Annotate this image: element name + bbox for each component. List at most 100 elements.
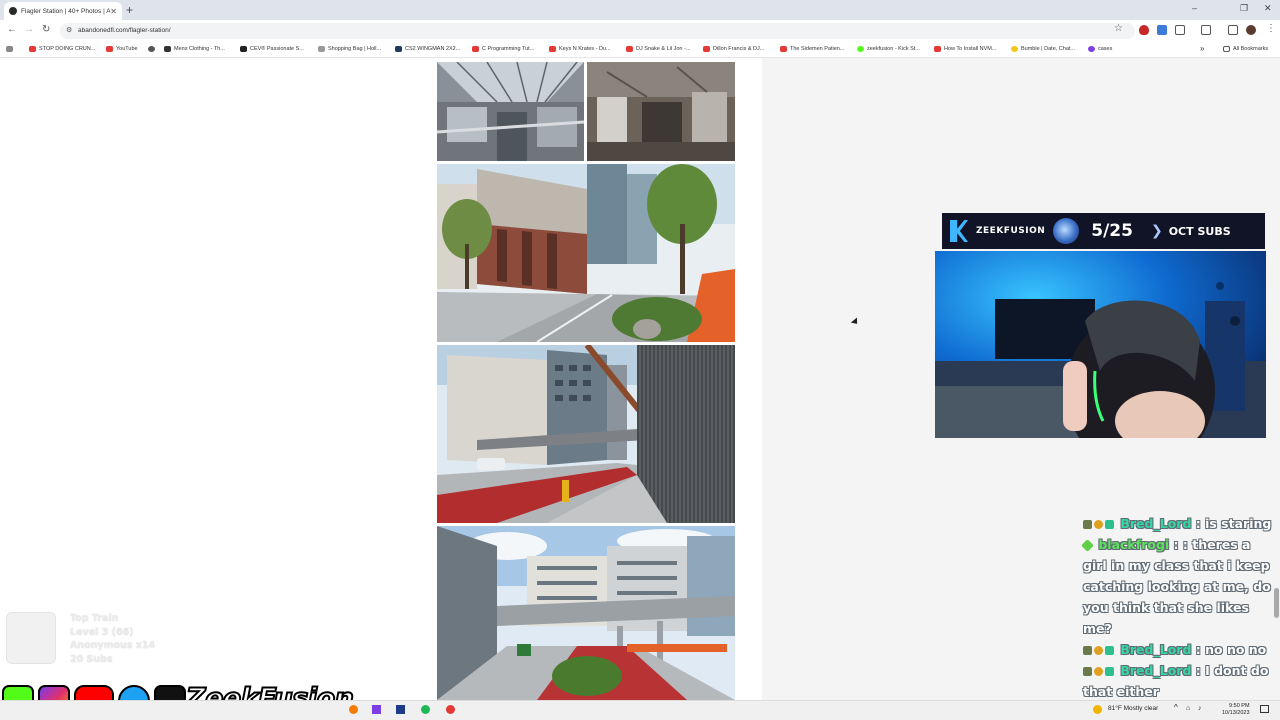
chat-message: Bred_Lord : no no no bbox=[1083, 639, 1273, 660]
chat-text: is staring bbox=[1205, 516, 1272, 531]
minimize-icon[interactable]: – bbox=[1192, 3, 1197, 13]
bumble-icon bbox=[1011, 46, 1018, 52]
all-bookmarks-button[interactable]: All Bookmarks bbox=[1223, 46, 1268, 52]
shield-extension-icon[interactable] bbox=[1139, 25, 1149, 35]
network-icon[interactable]: ⌂ bbox=[1186, 705, 1190, 712]
hype-train-title: Top Train bbox=[70, 613, 119, 624]
bookmark-item[interactable]: Shopping Bag | Holl... bbox=[318, 46, 381, 52]
bookmark-item[interactable]: CS2 WINGMAN 2X2... bbox=[395, 46, 460, 52]
gallery-photo[interactable] bbox=[437, 526, 735, 700]
spotify-icon[interactable] bbox=[421, 705, 430, 714]
menu-icon[interactable]: ⋮ bbox=[1266, 23, 1276, 34]
gallery-photo[interactable] bbox=[437, 164, 735, 342]
apps-grid-icon[interactable] bbox=[6, 46, 16, 52]
bookmark-item[interactable]: Keys N Krates - Du... bbox=[549, 46, 611, 52]
bookmarks-overflow-icon[interactable]: » bbox=[1200, 44, 1204, 53]
train-icon bbox=[6, 612, 56, 664]
chat-username: Bred_Lord bbox=[1120, 663, 1192, 678]
profile-avatar[interactable] bbox=[1246, 25, 1256, 35]
bookmark-item[interactable]: zeekfusion - Kick St... bbox=[857, 46, 920, 52]
bookmark-item[interactable]: STOP DOING CRUN... bbox=[29, 46, 95, 52]
bookmark-item[interactable]: Dillon Francis & DJ... bbox=[703, 46, 764, 52]
volume-icon[interactable]: ♪ bbox=[1198, 705, 1202, 712]
coin-badge-icon bbox=[1094, 520, 1103, 529]
address-bar[interactable]: ⚙ abandonedfl.com/flagler-station/ bbox=[60, 23, 1135, 39]
bookmark-item[interactable]: cases bbox=[1088, 46, 1112, 52]
sub-goal-bar: ZEEKFUSION 5/25 ❯ OCT SUBS bbox=[942, 213, 1265, 249]
restore-icon[interactable]: ❐ bbox=[1240, 3, 1248, 14]
gallery-photo[interactable] bbox=[437, 345, 735, 523]
site-info-icon[interactable]: ⚙ bbox=[66, 23, 72, 39]
page-scrollbar[interactable] bbox=[1272, 58, 1280, 700]
chevron-right-icon: ❯ bbox=[1150, 223, 1163, 239]
side-panel-icon[interactable] bbox=[1201, 25, 1211, 35]
gallery-photo[interactable] bbox=[437, 62, 584, 161]
chat-separator: : bbox=[1169, 537, 1183, 552]
sub-goal-brand: ZEEKFUSION bbox=[976, 226, 1046, 236]
chat-overlay: Bred_Lord : is staring blackfrogi : : th… bbox=[1081, 513, 1273, 702]
sub-goal-label: OCT SUBS bbox=[1168, 224, 1231, 238]
youtube-icon bbox=[472, 46, 479, 52]
tab-flagler-station[interactable]: Flagler Station | 40+ Photos | A ✕ bbox=[4, 2, 122, 20]
youtube-icon bbox=[106, 46, 113, 52]
bookmark-item[interactable]: YouTube bbox=[106, 46, 138, 52]
sub-badge-icon bbox=[1083, 667, 1092, 676]
bookmark-item[interactable]: The Sidemen Patien... bbox=[780, 46, 844, 52]
chat-message: blackfrogi : : theres a girl in my class… bbox=[1081, 534, 1273, 639]
youtube-icon bbox=[780, 46, 787, 52]
close-tab-icon[interactable]: ✕ bbox=[110, 7, 117, 16]
clock[interactable]: 9:50 PM 10/13/2023 bbox=[1222, 703, 1250, 717]
clock-date: 10/13/2023 bbox=[1222, 710, 1250, 716]
chat-username: Bred_Lord bbox=[1120, 516, 1192, 531]
chat-username: blackfrogi bbox=[1098, 537, 1170, 552]
chrome-icon[interactable] bbox=[446, 705, 455, 714]
weather-text[interactable]: 81°F Mostly clear bbox=[1108, 705, 1158, 712]
site-icon bbox=[395, 46, 402, 52]
youtube-icon bbox=[703, 46, 710, 52]
browser-toolbar: ← → ↻ ⚙ abandonedfl.com/flagler-station/… bbox=[0, 20, 1280, 42]
site-icon bbox=[240, 46, 247, 52]
new-tab-button[interactable]: + bbox=[126, 2, 133, 18]
close-window-icon[interactable]: ✕ bbox=[1264, 3, 1272, 14]
forward-icon[interactable]: → bbox=[24, 24, 34, 35]
chat-separator: : bbox=[1191, 642, 1206, 657]
bookmark-star-icon[interactable]: ☆ bbox=[1114, 23, 1123, 34]
chat-message: Bred_Lord : is staring bbox=[1083, 513, 1273, 534]
bookmark-item[interactable]: How To Install NVM... bbox=[934, 46, 996, 52]
brave-icon[interactable] bbox=[349, 705, 358, 714]
extension-icon[interactable] bbox=[1157, 25, 1167, 35]
hype-train-subs: 20 Subs bbox=[70, 653, 113, 665]
tab-title: Flagler Station | 40+ Photos | A bbox=[21, 7, 111, 15]
weather-icon bbox=[1093, 705, 1102, 714]
app-icon[interactable] bbox=[372, 705, 381, 714]
kick-logo-icon bbox=[950, 220, 968, 242]
reload-icon[interactable]: ↻ bbox=[42, 24, 50, 35]
notifications-icon[interactable] bbox=[1260, 705, 1269, 713]
youtube-icon bbox=[626, 46, 633, 52]
back-icon[interactable]: ← bbox=[7, 24, 17, 35]
puzzle-icon[interactable] bbox=[1175, 25, 1185, 35]
tray-chevron-icon[interactable]: ^ bbox=[1174, 703, 1178, 712]
folder-icon bbox=[1223, 46, 1230, 52]
bookmark-item[interactable] bbox=[148, 46, 158, 52]
mod-badge-icon bbox=[1105, 646, 1114, 655]
chat-separator: : bbox=[1191, 663, 1206, 678]
bookmark-item[interactable]: Mens Clothing - Th... bbox=[164, 46, 225, 52]
bookmarks-bar: STOP DOING CRUN... YouTube Mens Clothing… bbox=[0, 42, 1280, 58]
site-icon bbox=[318, 46, 325, 52]
chat-message: Bred_Lord : I dont do that either bbox=[1083, 660, 1273, 702]
downloads-icon[interactable] bbox=[1228, 25, 1238, 35]
kick-icon bbox=[857, 46, 864, 52]
bookmark-item[interactable]: CEV® Passionate S... bbox=[240, 46, 304, 52]
hype-train-text: Top Train Level 3 (66) Anonymous x14 20 … bbox=[70, 612, 155, 666]
url-text: abandonedfl.com/flagler-station/ bbox=[78, 27, 171, 34]
youtube-icon bbox=[934, 46, 941, 52]
scrollbar-thumb[interactable] bbox=[1274, 588, 1279, 618]
bookmark-item[interactable]: C Programming Tut... bbox=[472, 46, 534, 52]
coin-badge-icon bbox=[1094, 646, 1103, 655]
bookmark-item[interactable]: Bumble | Date, Chat... bbox=[1011, 46, 1075, 52]
bookmark-item[interactable]: DJ Snake & Lil Jon -... bbox=[626, 46, 690, 52]
orb-icon bbox=[1053, 218, 1080, 244]
gallery-photo[interactable] bbox=[587, 62, 735, 161]
steam-icon[interactable] bbox=[396, 705, 405, 714]
